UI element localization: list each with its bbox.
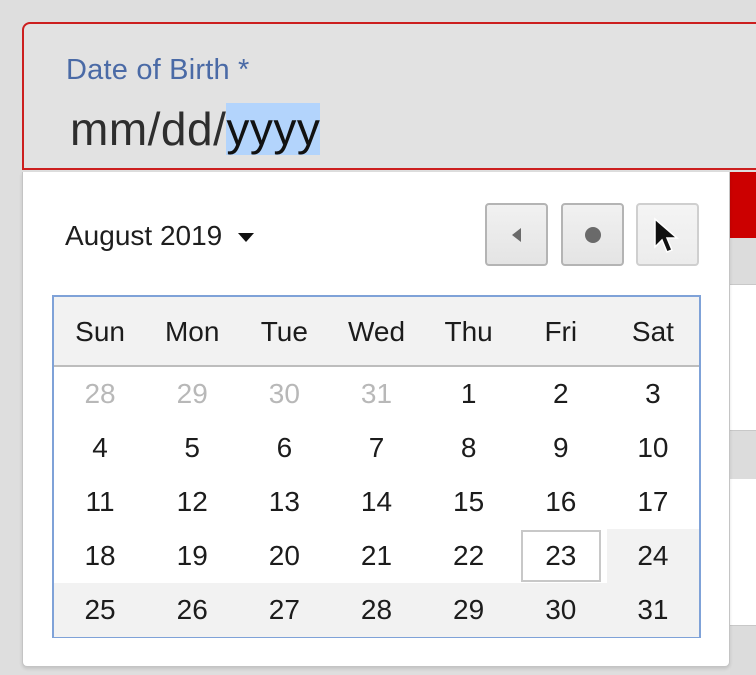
calendar-day[interactable]: 29: [423, 583, 515, 637]
calendar-day[interactable]: 22: [423, 529, 515, 583]
calendar-body: 28 29 30 31 1 2 3 4 5 6 7 8 9 10 11 12 13 14 15 16 17 18 19 20 2…: [54, 367, 699, 637]
previous-month-button[interactable]: [485, 203, 548, 266]
calendar-day[interactable]: 24: [606, 529, 699, 583]
calendar-day-other-month[interactable]: 28: [54, 367, 146, 421]
calendar-day-other-month[interactable]: 29: [146, 367, 238, 421]
calendar-day[interactable]: 20: [238, 529, 330, 583]
background-red-bar: [730, 172, 756, 238]
date-of-birth-label: Date of Birth *: [66, 54, 250, 86]
calendar-day[interactable]: 9: [515, 421, 607, 475]
datepicker-popup: August 2019 Sun Mon Tue Wed Thu Fri Sat …: [22, 172, 730, 667]
calendar-day[interactable]: 26: [146, 583, 238, 637]
month-year-label: August 2019: [65, 220, 223, 251]
calendar-day-other-month[interactable]: 30: [238, 367, 330, 421]
calendar-day[interactable]: 21: [330, 529, 422, 583]
weekday-sat: Sat: [631, 316, 674, 347]
calendar-day[interactable]: 12: [146, 475, 238, 529]
calendar-week-row: 25 26 27 28 29 30 31: [54, 583, 699, 637]
calendar-day[interactable]: 17: [607, 475, 699, 529]
calendar-day[interactable]: 25: [54, 583, 146, 637]
calendar-day-today[interactable]: 23: [515, 529, 607, 583]
weekday-wed: Wed: [347, 316, 406, 347]
calendar-day[interactable]: 11: [54, 475, 146, 529]
calendar-day[interactable]: 6: [238, 421, 330, 475]
calendar-week-row: 18 19 20 21 22 23 24: [54, 529, 699, 583]
calendar-day[interactable]: 5: [146, 421, 238, 475]
calendar-grid: Sun Mon Tue Wed Thu Fri Sat 28 29 30 31 1 2 3 4…: [52, 295, 701, 638]
dot-icon: [584, 226, 601, 243]
calendar-day[interactable]: 10: [607, 421, 699, 475]
caret-down-icon: [238, 232, 255, 242]
weekday-tue: Tue: [260, 316, 308, 347]
calendar-day[interactable]: 18: [54, 529, 146, 583]
background-row: [730, 285, 756, 430]
calendar-day[interactable]: 13: [238, 475, 330, 529]
calendar-day[interactable]: 19: [146, 529, 238, 583]
date-of-birth-input[interactable]: mm/dd/yyyy: [70, 102, 321, 156]
calendar-day[interactable]: 28: [330, 583, 422, 637]
background-row: [730, 625, 756, 675]
weekday-mon: Mon: [164, 316, 220, 347]
date-input-month-day[interactable]: mm/dd/: [70, 103, 226, 155]
calendar-day[interactable]: 2: [515, 367, 607, 421]
calendar-day[interactable]: 31: [607, 583, 699, 637]
calendar-day[interactable]: 4: [54, 421, 146, 475]
date-input-year-selected[interactable]: yyyy: [226, 103, 321, 155]
background-row: [730, 430, 756, 480]
weekday-fri: Fri: [544, 316, 578, 347]
calendar-week-row: 4 5 6 7 8 9 10: [54, 421, 699, 475]
triangle-left-icon: [512, 227, 521, 242]
weekday-sun: Sun: [75, 316, 125, 347]
date-of-birth-field[interactable]: Date of Birth * mm/dd/yyyy: [22, 22, 756, 170]
calendar-day[interactable]: 1: [423, 367, 515, 421]
calendar-day[interactable]: 14: [330, 475, 422, 529]
calendar-day[interactable]: 30: [515, 583, 607, 637]
month-year-dropdown[interactable]: August 2019: [65, 220, 255, 252]
calendar-day[interactable]: 8: [423, 421, 515, 475]
today-button[interactable]: [561, 203, 624, 266]
calendar-day[interactable]: 16: [515, 475, 607, 529]
background-row: [730, 238, 756, 285]
calendar-day[interactable]: 7: [330, 421, 422, 475]
next-month-button[interactable]: [636, 203, 699, 266]
weekday-thu: Thu: [444, 316, 493, 347]
calendar-week-row: 11 12 13 14 15 16 17: [54, 475, 699, 529]
calendar-day[interactable]: 15: [423, 475, 515, 529]
mouse-cursor-icon: [654, 217, 680, 253]
calendar-day-other-month[interactable]: 31: [330, 367, 422, 421]
calendar-week-row: 28 29 30 31 1 2 3: [54, 367, 699, 421]
calendar-day[interactable]: 3: [607, 367, 699, 421]
weekday-header: Sun Mon Tue Wed Thu Fri Sat: [54, 297, 699, 367]
background-row: [730, 479, 756, 625]
calendar-day[interactable]: 27: [238, 583, 330, 637]
